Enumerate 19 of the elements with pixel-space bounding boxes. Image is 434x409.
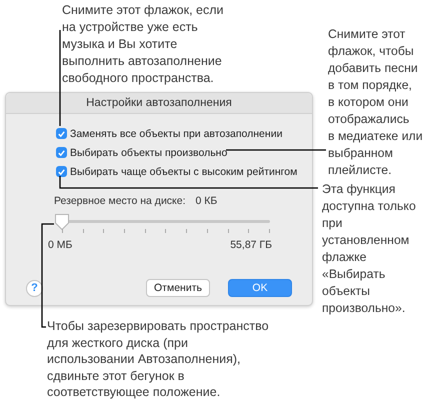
checkbox-label: Выбирать чаще объекты с высоким рейтингом xyxy=(70,166,298,178)
window-title: Настройки автозаполнения xyxy=(6,93,312,114)
checkbox[interactable] xyxy=(56,128,67,139)
reserve-value: 0 КБ xyxy=(196,195,218,207)
help-button[interactable]: ? xyxy=(26,280,43,296)
min-label: 0 МБ xyxy=(48,239,72,251)
cancel-button[interactable]: Отменить xyxy=(146,279,210,297)
callout-text: Снимите этот флажок, если на устройстве уже есть музыка и Вы хотите выполнить автозаполнение свободного пространства. xyxy=(62,2,224,87)
checkbox[interactable] xyxy=(56,166,67,177)
slider-thumb[interactable] xyxy=(54,213,70,231)
reserve-label: Резервное место на диске: xyxy=(54,195,186,207)
callout-text: Чтобы зарезервировать пространство для жесткого диска (при использовании Автозаполнения), сдвиньте этот бегунок в соответствующее положение. xyxy=(47,318,269,400)
checkbox[interactable] xyxy=(56,147,67,158)
ok-button[interactable]: OK xyxy=(228,279,292,297)
callout-text: Снимите этот флажок, чтобы добавить песни в том порядке, в котором они отображались в медиатеке или выбранном плейлисте. xyxy=(328,26,423,179)
checkbox-label: Заменять все объекты при автозаполнении xyxy=(70,128,282,140)
checkbox-label: Выбирать объекты произвольно xyxy=(70,146,228,158)
max-label: 55,87 ГБ xyxy=(230,239,272,251)
callout-text: Эта функция доступна только при установленном флажке «Выбирать объекты произвольно». xyxy=(322,181,416,317)
